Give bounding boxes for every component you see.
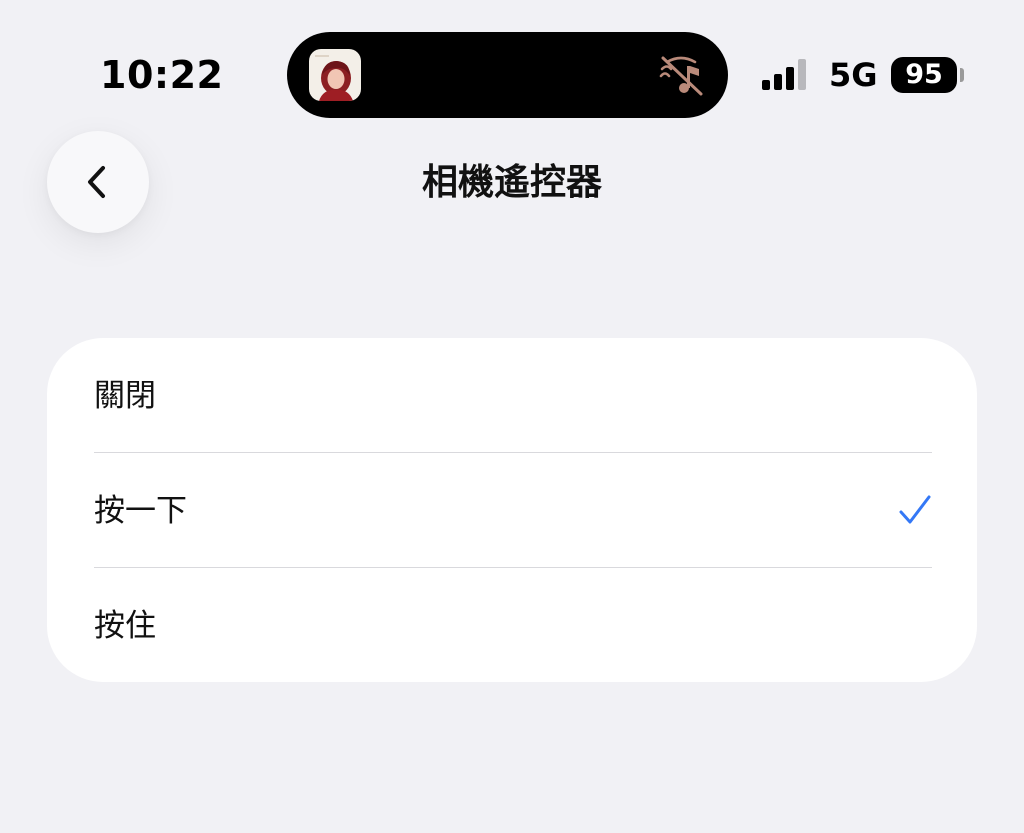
muted-bell-icon — [657, 52, 705, 98]
option-press-and-hold[interactable]: 按住 — [47, 568, 977, 682]
battery-indicator: 95 — [891, 57, 957, 93]
option-single-press[interactable]: 按一下 — [47, 453, 977, 567]
dynamic-island[interactable] — [287, 32, 728, 118]
option-label: 關閉 — [94, 378, 156, 414]
cellular-signal-icon — [760, 58, 812, 92]
option-off[interactable]: 關閉 — [47, 338, 977, 452]
option-label: 按一下 — [94, 493, 187, 529]
option-label: 按住 — [94, 608, 156, 644]
album-art-thumbnail[interactable] — [309, 49, 361, 101]
status-time: 10:22 — [100, 53, 224, 97]
page-title: 相機遙控器 — [421, 162, 602, 203]
status-bar: 10:22 5G 95 — [0, 0, 1024, 140]
network-type: 5G — [829, 56, 878, 94]
battery-cap — [960, 68, 964, 82]
checkmark-icon — [899, 495, 931, 524]
options-list: 關閉 按一下 按住 — [47, 338, 977, 682]
